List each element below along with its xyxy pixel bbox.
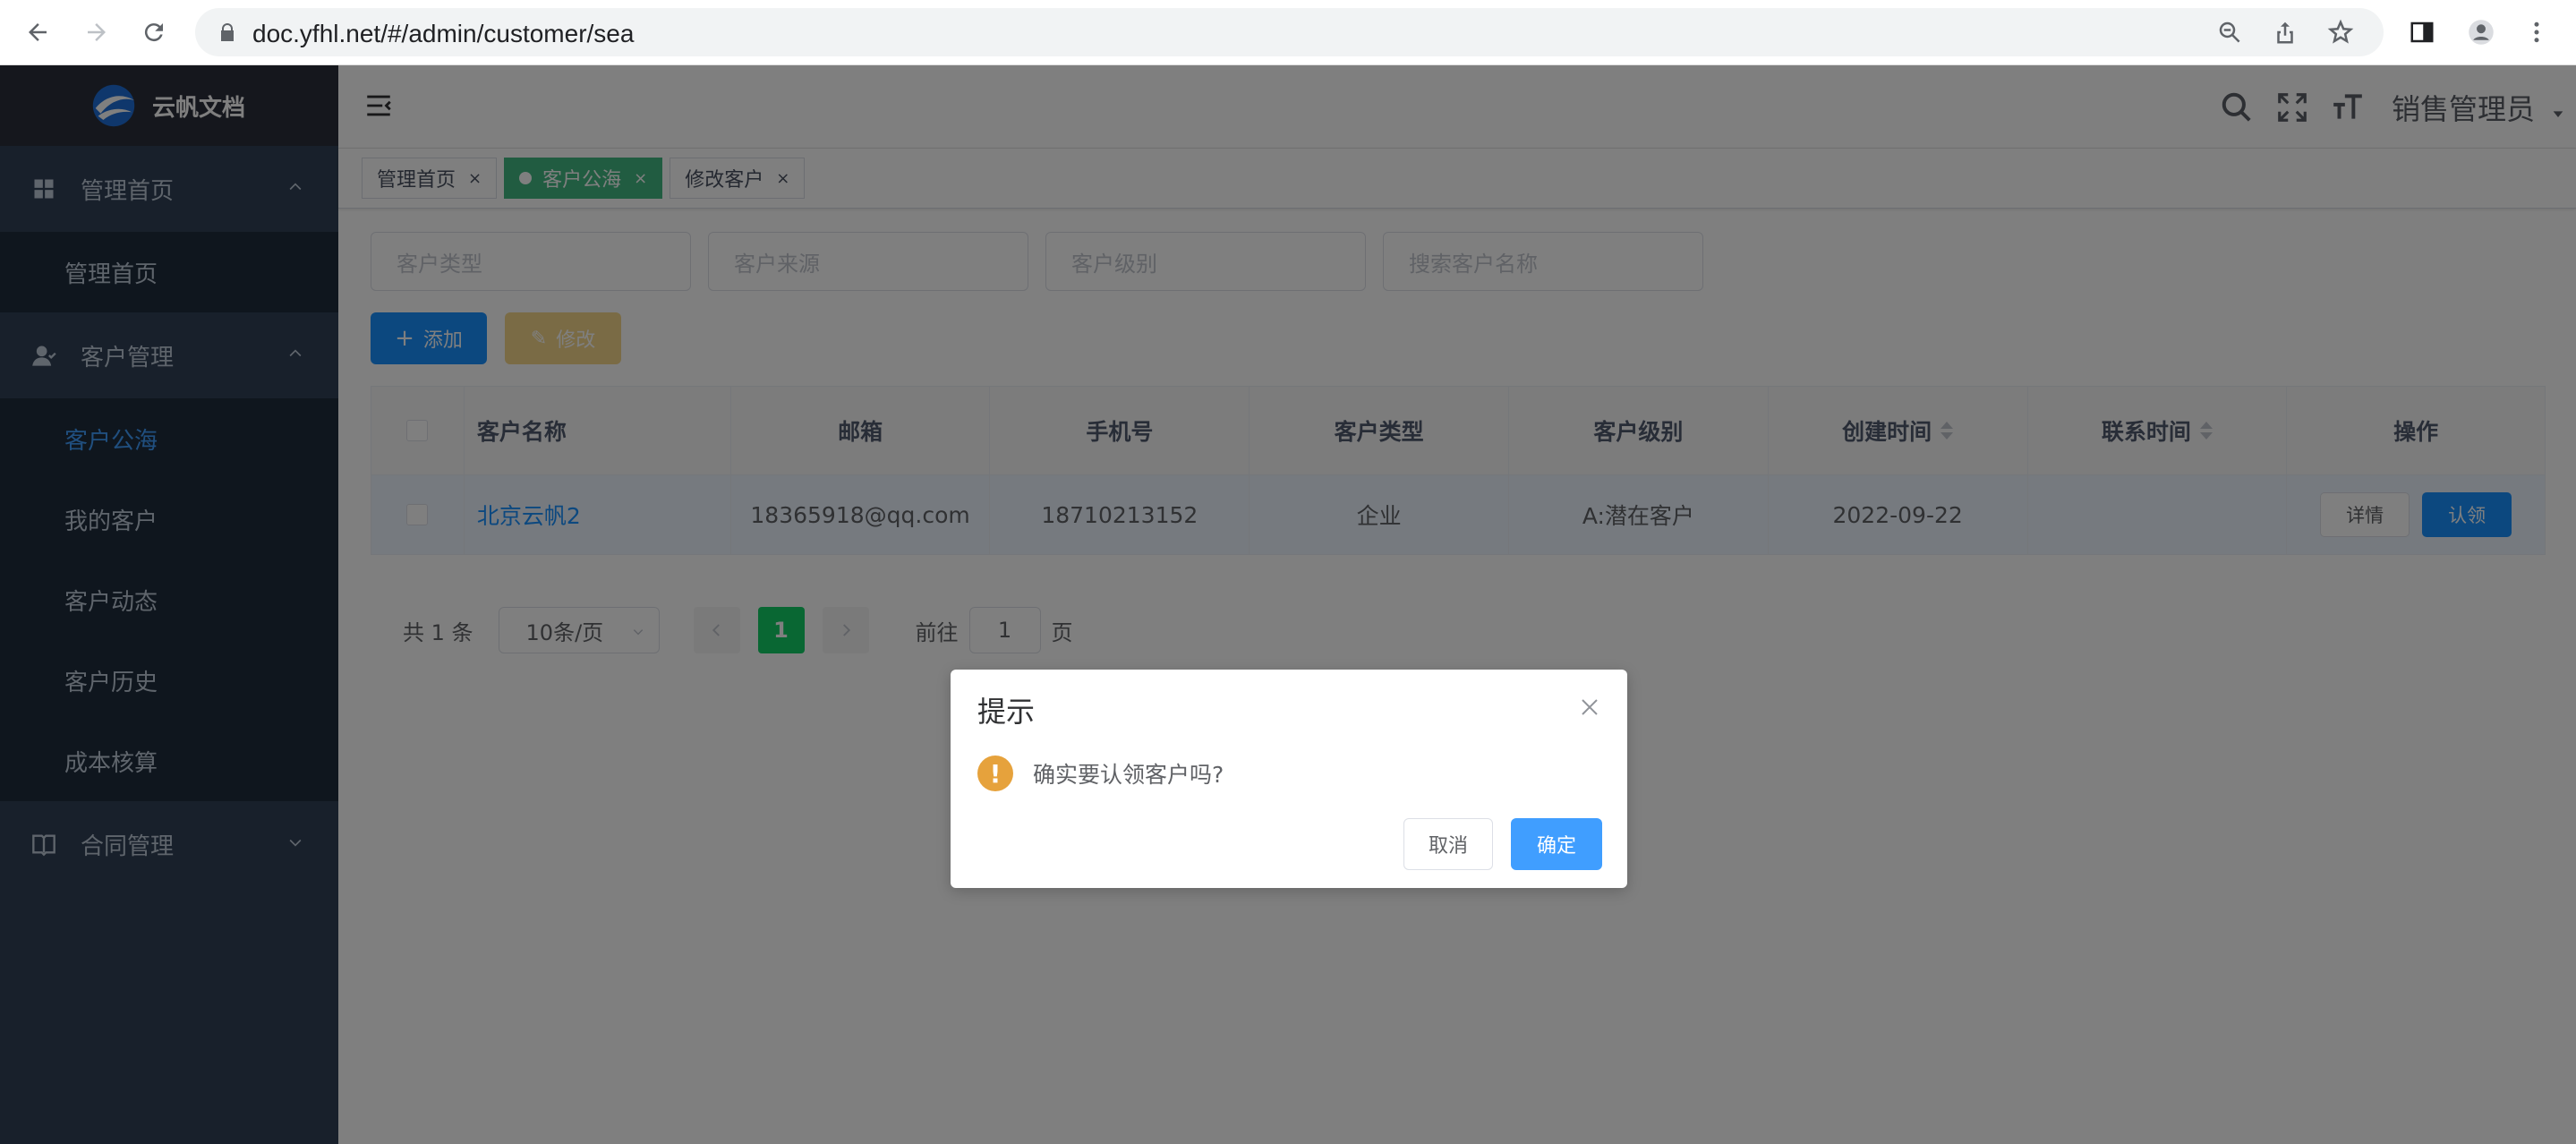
share-icon[interactable] xyxy=(2269,16,2301,48)
back-icon[interactable] xyxy=(18,13,57,52)
dialog-title: 提示 xyxy=(977,695,1036,729)
bookmark-star-icon[interactable] xyxy=(2324,16,2357,48)
warning-icon: ! xyxy=(977,756,1013,791)
confirm-button[interactable]: 确定 xyxy=(1511,818,1602,870)
forward-icon[interactable] xyxy=(77,13,116,52)
dialog-body: ! 确实要认领客户吗? xyxy=(977,756,1224,791)
dialog-footer: 取消 确定 xyxy=(1403,818,1602,870)
close-icon[interactable] xyxy=(1579,696,1600,718)
cancel-button[interactable]: 取消 xyxy=(1403,818,1493,870)
dialog-message: 确实要认领客户吗? xyxy=(1033,762,1224,788)
browser-toolbar: doc.yfhl.net/#/admin/customer/sea xyxy=(0,0,2576,65)
confirm-dialog: 提示 ! 确实要认领客户吗? 取消 确定 xyxy=(951,670,1627,888)
reload-icon[interactable] xyxy=(134,13,174,52)
url-text[interactable]: doc.yfhl.net/#/admin/customer/sea xyxy=(252,20,634,48)
side-panel-icon[interactable] xyxy=(2402,13,2442,52)
modal-overlay[interactable] xyxy=(0,65,2576,1144)
lock-icon xyxy=(221,23,234,41)
zoom-icon[interactable] xyxy=(2213,16,2246,48)
kebab-menu-icon[interactable] xyxy=(2517,13,2556,52)
address-bar[interactable]: doc.yfhl.net/#/admin/customer/sea xyxy=(195,8,2384,56)
profile-avatar-icon[interactable] xyxy=(2461,13,2501,52)
